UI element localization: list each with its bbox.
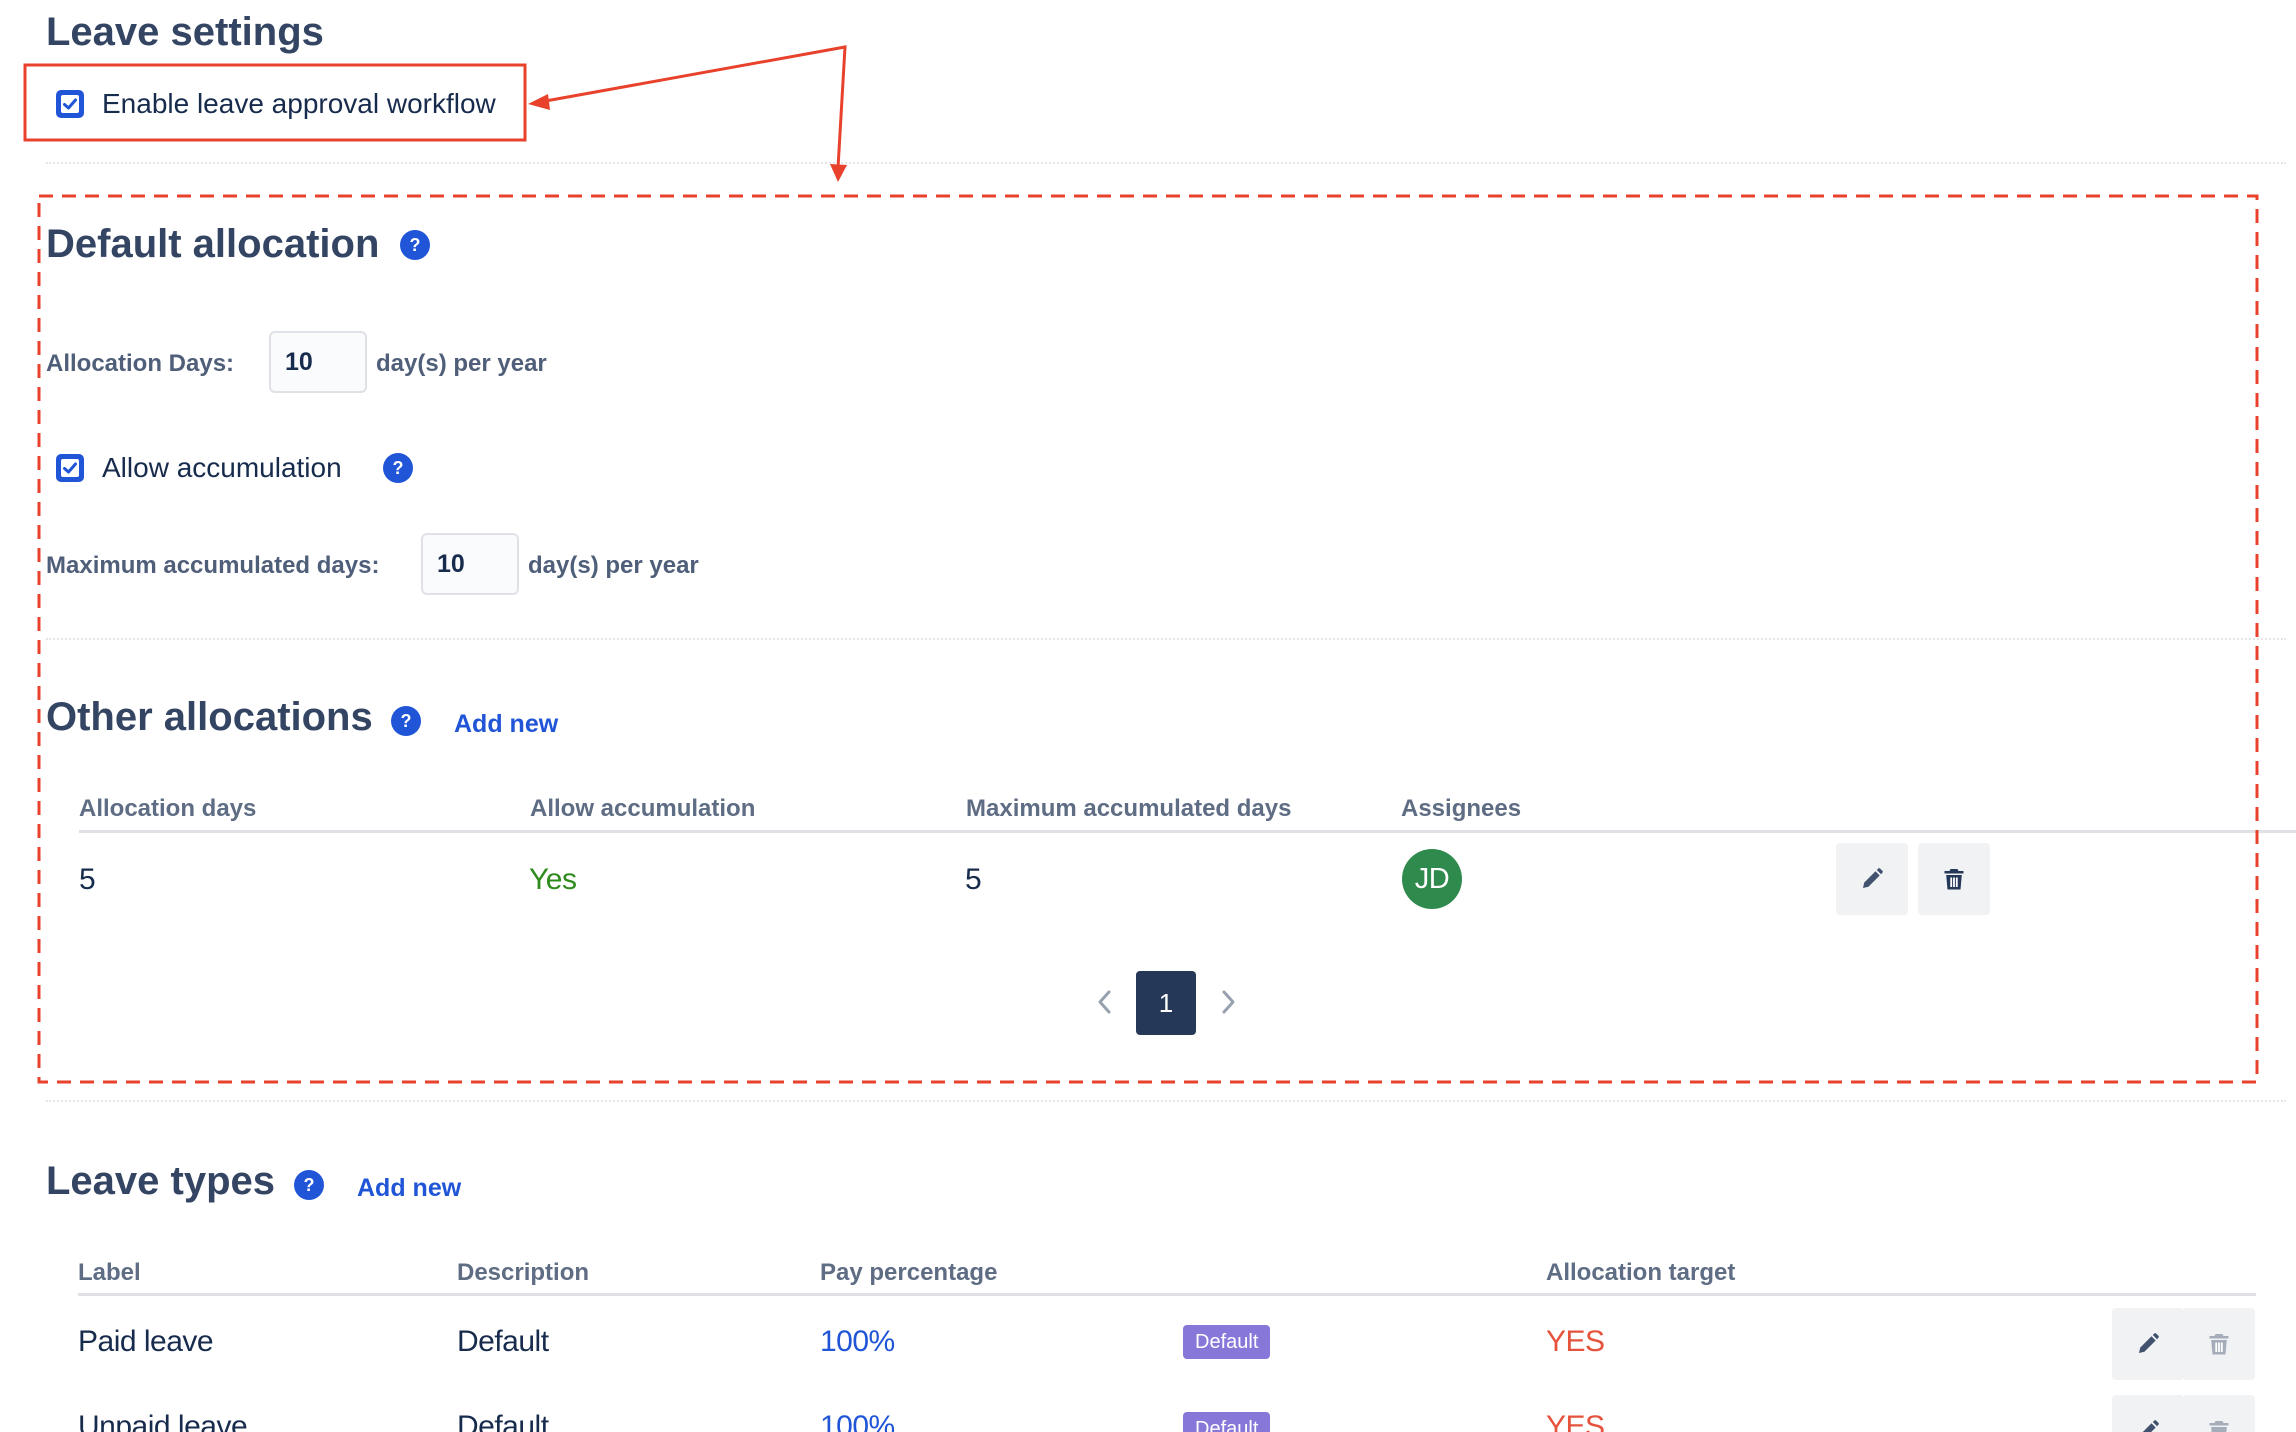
default-badge: Default: [1183, 1412, 1271, 1432]
allocation-days-input[interactable]: [269, 331, 367, 393]
max-accumulated-label: Maximum accumulated days:: [46, 552, 380, 579]
max-accumulated-cell: 5: [965, 863, 982, 896]
enable-workflow-label[interactable]: Enable leave approval workflow: [102, 88, 496, 120]
leave-settings-title: Leave settings: [46, 10, 324, 54]
allocation-days-cell: 5: [79, 863, 96, 896]
arrowhead-icon: [528, 94, 550, 110]
column-header: Allow accumulation: [530, 795, 756, 822]
column-header: Allocation target: [1546, 1259, 1736, 1286]
help-icon[interactable]: ?: [391, 706, 421, 736]
help-icon[interactable]: ?: [400, 230, 430, 260]
trash-icon: [2209, 1334, 2229, 1355]
max-accumulated-suffix: day(s) per year: [528, 552, 699, 579]
allocation-days-suffix: day(s) per year: [376, 350, 547, 377]
checkmark-icon: [61, 95, 79, 113]
max-accumulated-input[interactable]: [421, 533, 519, 595]
chevron-left-icon: [1098, 990, 1111, 1014]
help-icon[interactable]: ?: [294, 1170, 324, 1200]
pencil-icon: [2139, 1333, 2159, 1353]
pagination-next[interactable]: [1216, 987, 1240, 1017]
allocation-target: YES: [1546, 1325, 1605, 1358]
checkmark-icon: [61, 459, 79, 477]
pagination-prev[interactable]: [1093, 987, 1117, 1017]
annotation-connector: [539, 45, 847, 169]
add-leave-type-link[interactable]: Add new: [357, 1174, 461, 1203]
section-divider: [46, 638, 2286, 640]
delete-button[interactable]: [2183, 1395, 2255, 1432]
leave-type-description: Default: [457, 1410, 549, 1432]
allow-accumulation-label[interactable]: Allow accumulation: [102, 452, 342, 484]
pencil-icon: [2142, 1420, 2159, 1432]
chevron-right-icon: [1222, 990, 1235, 1014]
edit-button[interactable]: [1836, 843, 1908, 915]
pay-percentage: 100%: [820, 1325, 895, 1358]
pagination-page[interactable]: 1: [1136, 971, 1196, 1035]
delete-button[interactable]: [1918, 843, 1990, 915]
allow-accumulation-cell: Yes: [529, 863, 577, 896]
column-header: Allocation days: [79, 795, 257, 822]
help-icon[interactable]: ?: [383, 453, 413, 483]
column-header: Pay percentage: [820, 1259, 998, 1286]
other-allocations-title: Other allocations: [46, 695, 373, 739]
table-header-divider: [78, 1293, 2256, 1296]
default-allocation-title: Default allocation: [46, 222, 380, 266]
column-header: Description: [457, 1259, 590, 1286]
avatar[interactable]: JD: [1402, 849, 1462, 909]
column-header: Maximum accumulated days: [966, 795, 1292, 822]
section-divider: [46, 162, 2286, 164]
allocation-target: YES: [1546, 1410, 1605, 1432]
column-header: Assignees: [1401, 795, 1522, 822]
default-badge: Default: [1183, 1325, 1271, 1359]
trash-icon: [2209, 1421, 2229, 1432]
leave-type-label: Unpaid leave: [78, 1410, 248, 1432]
leave-type-label: Paid leave: [78, 1325, 214, 1358]
edit-button[interactable]: [2112, 1308, 2184, 1380]
allow-accumulation-checkbox[interactable]: [56, 454, 84, 482]
edit-button[interactable]: [2112, 1395, 2184, 1432]
leave-type-description: Default: [457, 1325, 549, 1358]
trash-icon: [1944, 869, 1964, 890]
add-allocation-link[interactable]: Add new: [454, 710, 558, 739]
delete-button[interactable]: [2183, 1308, 2255, 1380]
arrowhead-icon: [830, 164, 847, 182]
pencil-icon: [1863, 868, 1883, 888]
allocation-days-label: Allocation Days:: [46, 350, 235, 377]
column-header: Label: [78, 1259, 141, 1286]
leave-types-title: Leave types: [46, 1159, 276, 1203]
table-header-divider: [79, 830, 2296, 833]
section-divider: [46, 1100, 2286, 1102]
enable-workflow-checkbox[interactable]: [56, 90, 84, 118]
pay-percentage: 100%: [820, 1410, 895, 1432]
